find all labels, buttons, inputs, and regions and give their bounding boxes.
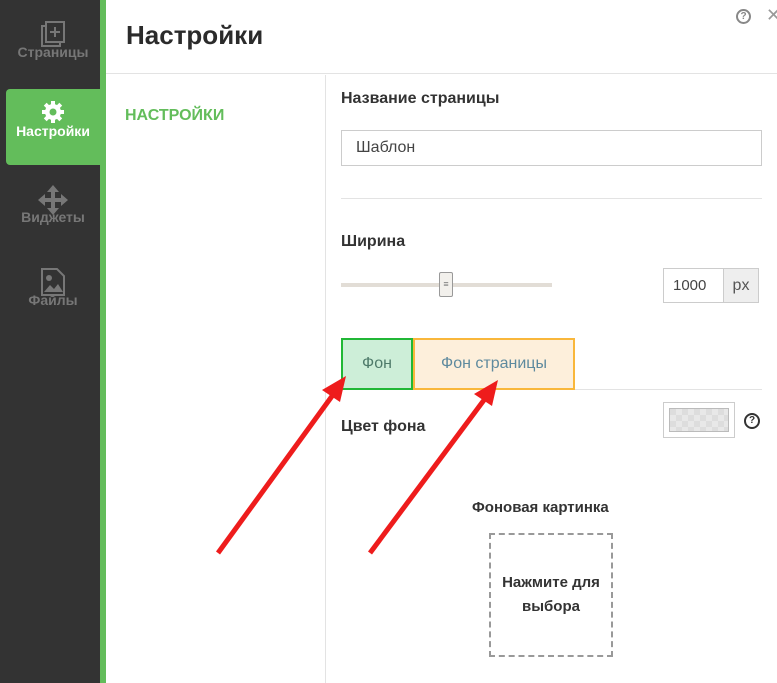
bg-image-dropzone[interactable]: Нажмите для выбора <box>489 533 613 657</box>
page-name-input[interactable]: Шаблон <box>341 130 762 166</box>
width-slider-handle[interactable]: ≡ <box>439 272 453 297</box>
red-arrow-icon <box>367 380 498 555</box>
divider <box>341 198 762 199</box>
sidebar-item-label: Виджеты <box>21 209 85 225</box>
sidebar-item-label: Страницы <box>17 44 89 60</box>
image-file-icon <box>6 258 100 296</box>
tab-page-background[interactable]: Фон страницы <box>413 338 575 390</box>
gear-icon <box>6 89 100 123</box>
sidebar: Страницы Настройки Виджеты Файлы <box>0 0 100 683</box>
transparent-swatch <box>669 408 729 432</box>
section-link-settings[interactable]: НАСТРОЙКИ <box>125 107 224 125</box>
sidebar-item-widgets[interactable]: Виджеты <box>6 175 100 251</box>
dropzone-text: Нажмите для выбора <box>502 574 600 615</box>
header: Настройки <box>106 0 777 74</box>
move-icon <box>6 175 100 215</box>
bg-image-label: Фоновая картинка <box>472 499 609 516</box>
bg-color-label: Цвет фона <box>341 418 426 435</box>
sidebar-item-settings[interactable]: Настройки <box>6 89 100 165</box>
bg-color-picker[interactable] <box>663 402 735 438</box>
tab-background[interactable]: Фон <box>341 338 413 390</box>
page-title: Настройки <box>126 20 264 50</box>
sidebar-item-pages[interactable]: Страницы <box>6 10 100 86</box>
help-icon[interactable]: ? <box>736 9 751 24</box>
sidebar-item-files[interactable]: Файлы <box>6 258 100 334</box>
sidebar-item-label: Настройки <box>16 123 90 139</box>
width-unit: px <box>723 268 759 303</box>
close-icon[interactable]: ✕ <box>766 5 777 26</box>
width-label: Ширина <box>341 233 406 250</box>
width-input[interactable]: 1000 <box>663 268 724 303</box>
help-icon[interactable]: ? <box>744 413 760 429</box>
tabs-divider <box>575 389 762 390</box>
settings-sections-panel: НАСТРОЙКИ <box>106 75 326 683</box>
pages-add-icon <box>6 10 100 47</box>
page-name-label: Название страницы <box>341 90 500 107</box>
sidebar-item-label: Файлы <box>28 292 78 308</box>
